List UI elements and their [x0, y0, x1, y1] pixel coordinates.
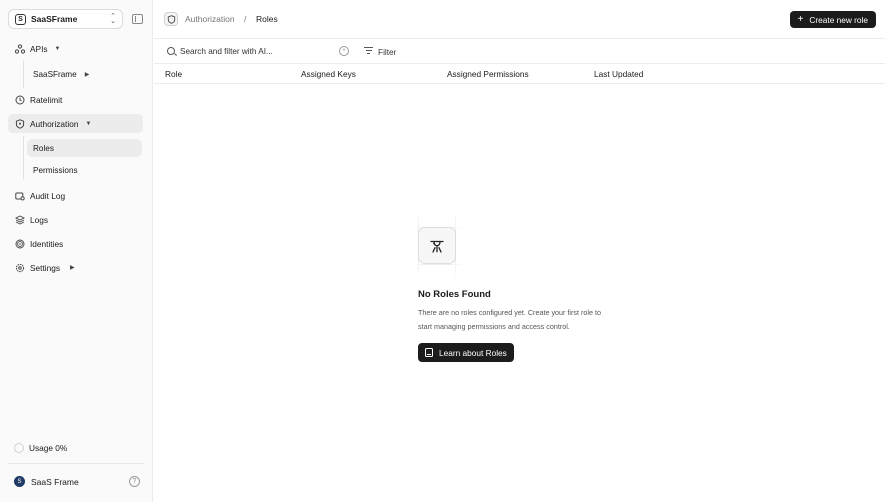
filter-button[interactable]: Filter [378, 47, 396, 57]
usage-ring-icon [14, 443, 24, 453]
breadcrumb-authorization[interactable]: Authorization [185, 14, 235, 24]
sidebar-item-apis[interactable]: APIs ▼ [8, 39, 143, 58]
workspace-name: SaaSFrame [31, 14, 78, 24]
ai-sparkle-icon[interactable]: + [339, 46, 349, 56]
workspace-switcher[interactable]: S SaaSFrame ⌃ ⌄ [8, 9, 123, 29]
audit-log-icon [15, 191, 25, 201]
sidebar-item-authorization[interactable]: Authorization ▼ [8, 114, 143, 133]
workspace-logo-icon: S [15, 13, 26, 25]
sidebar-item-api-saasframe[interactable]: SaaSFrame ▶ [27, 65, 142, 83]
caret-right-icon: ▶ [84, 71, 90, 78]
sidebar-item-label: Logs [30, 214, 48, 225]
column-header-last-updated[interactable]: Last Updated [594, 69, 643, 79]
sidebar-item-identities[interactable]: Identities [8, 234, 143, 253]
clock-icon [15, 95, 25, 105]
sidebar-item-label: Settings [30, 262, 60, 273]
table-header: Role Assigned Keys Assigned Permissions … [154, 65, 885, 84]
sidebar-item-label: SaaSFrame [33, 69, 77, 79]
sidebar-item-audit-log[interactable]: Audit Log [8, 186, 143, 205]
sidebar-toggle-icon[interactable] [132, 14, 143, 24]
gear-icon [15, 263, 25, 273]
column-header-role[interactable]: Role [165, 69, 182, 79]
shield-key-icon [164, 12, 178, 26]
fingerprint-icon [15, 239, 25, 249]
sidebar-item-ratelimit[interactable]: Ratelimit [8, 90, 143, 109]
webhook-icon [15, 43, 25, 54]
nav-divider [23, 136, 24, 180]
role-person-icon [418, 227, 456, 264]
sidebar-item-settings[interactable]: Settings ▶ [8, 258, 143, 277]
sidebar-item-logs[interactable]: Logs [8, 210, 143, 229]
caret-down-icon: ▼ [54, 45, 61, 52]
learn-about-roles-button[interactable]: Learn about Roles [418, 343, 514, 362]
empty-state-line-2: start managing permissions and access co… [418, 322, 570, 331]
caret-right-icon: ▶ [69, 265, 75, 271]
nav-divider [23, 60, 24, 88]
create-role-button[interactable]: + Create new role [789, 11, 876, 28]
sidebar: S SaaSFrame ⌃ ⌄ APIs ▼ SaaSFrame ▶ Rateli… [0, 0, 153, 502]
filter-bar: Search and filter with AI... + Filter [154, 40, 885, 64]
empty-state-description: There are no roles configured yet. Creat… [418, 306, 618, 334]
book-icon [425, 348, 433, 357]
help-icon[interactable]: ? [129, 476, 140, 487]
empty-state-title: No Roles Found [418, 289, 491, 300]
caret-down-icon: ▼ [85, 120, 92, 127]
usage-indicator[interactable]: Usage 0% [14, 443, 67, 453]
avatar: S [14, 476, 25, 487]
column-header-assigned-keys[interactable]: Assigned Keys [301, 69, 356, 79]
sidebar-item-roles[interactable]: Roles [27, 139, 142, 157]
create-role-label: Create new role [809, 14, 868, 25]
sidebar-item-label: Ratelimit [30, 94, 63, 105]
learn-about-roles-label: Learn about Roles [439, 347, 507, 358]
filter-icon [364, 47, 373, 55]
user-name: SaaS Frame [31, 476, 79, 487]
main-content: Authorization / Roles + Create new role … [154, 0, 885, 502]
empty-state-line-1: There are no roles configured yet. Creat… [418, 308, 601, 317]
search-icon [167, 47, 175, 55]
layers-icon [15, 214, 25, 225]
sidebar-item-label: APIs [30, 43, 48, 54]
sidebar-item-label: Authorization [30, 118, 79, 129]
chevron-up-down-icon: ⌃ ⌄ [110, 13, 116, 25]
sidebar-item-label: Audit Log [30, 190, 66, 201]
sidebar-item-label: Identities [30, 238, 64, 249]
breadcrumb-separator: / [244, 14, 247, 24]
column-header-assigned-permissions[interactable]: Assigned Permissions [447, 69, 529, 79]
shield-key-icon [15, 118, 25, 129]
sidebar-item-label: Roles [33, 143, 54, 153]
sidebar-divider [8, 463, 144, 464]
plus-icon: + [797, 13, 804, 25]
breadcrumb-roles: Roles [256, 14, 278, 24]
sidebar-item-permissions[interactable]: Permissions [27, 161, 142, 179]
usage-label: Usage 0% [29, 443, 68, 453]
search-input[interactable]: Search and filter with AI... [180, 47, 273, 56]
sidebar-item-label: Permissions [33, 165, 78, 175]
header: Authorization / Roles + Create new role [154, 0, 885, 39]
user-menu[interactable]: S SaaS Frame ? [14, 476, 140, 487]
